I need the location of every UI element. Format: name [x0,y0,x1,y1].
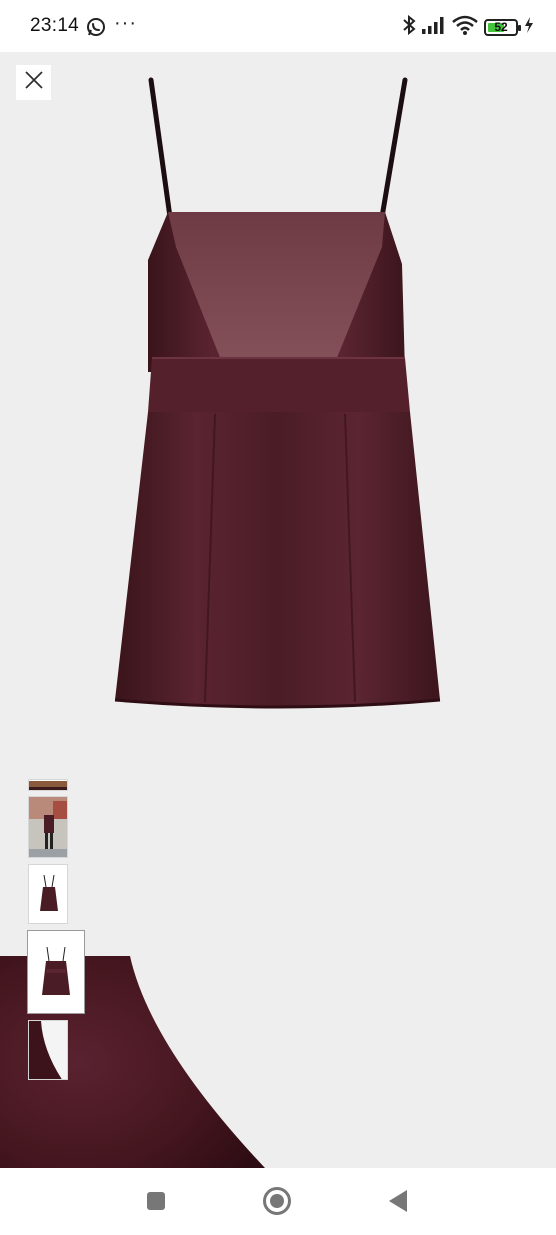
recents-square-icon [146,1191,166,1216]
back-button[interactable] [383,1188,413,1218]
wifi-icon [452,15,478,40]
image-viewer[interactable] [0,52,556,1168]
signal-icon [422,16,446,39]
whatsapp-icon [86,17,106,42]
thumbnail-4-selected[interactable] [28,931,84,1013]
close-icon [24,71,43,94]
bluetooth-icon [402,14,416,40]
product-image[interactable] [0,52,556,752]
thumbnail-5[interactable] [28,1020,68,1080]
thumbnail-1[interactable] [28,779,68,791]
back-triangle-icon [387,1189,409,1218]
thumbnail-2[interactable] [28,796,68,858]
thumbnail-3[interactable] [28,864,68,924]
system-nav-bar [0,1168,556,1235]
home-circle-icon [262,1186,292,1221]
battery-level: 52 [494,20,508,34]
recents-button[interactable] [141,1188,171,1218]
battery-icon: 52 [484,19,521,36]
status-bar: 23:14 ··· 52 [0,0,556,52]
home-button[interactable] [262,1186,292,1221]
more-dots-icon: ··· [114,12,137,34]
close-button[interactable] [16,65,51,100]
charging-icon [524,17,534,38]
status-time: 23:14 [30,15,80,36]
